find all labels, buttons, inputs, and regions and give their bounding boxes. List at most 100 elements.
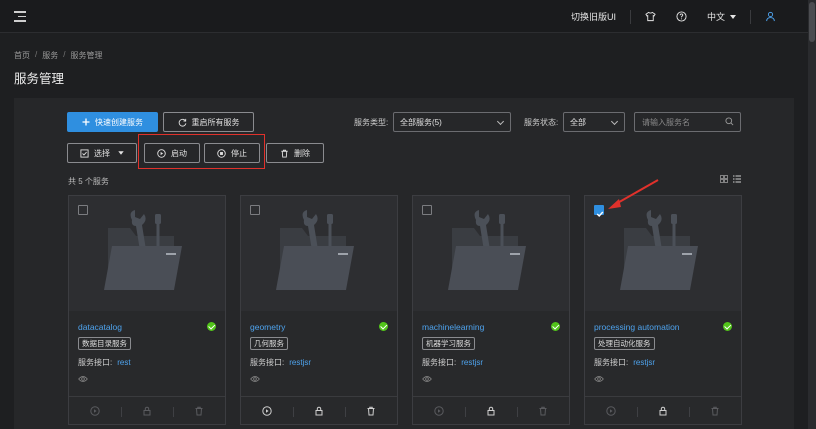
service-card[interactable]: datacatalog 数据目录服务 服务接口: rest bbox=[68, 195, 226, 425]
switch-old-ui-button[interactable]: 切换旧版UI bbox=[561, 0, 626, 33]
service-type-tag: 数据目录服务 bbox=[78, 337, 131, 350]
top-right-actions: 切换旧版UI 中文 bbox=[561, 0, 786, 33]
lock-icon bbox=[143, 406, 151, 415]
interface-link[interactable]: restjsr bbox=[633, 358, 655, 367]
select-dropdown-button[interactable]: 选择 bbox=[67, 143, 137, 163]
service-checkbox[interactable] bbox=[78, 205, 88, 215]
trash-icon bbox=[539, 406, 547, 415]
interface-link[interactable]: restjsr bbox=[461, 358, 483, 367]
lock-action[interactable] bbox=[465, 406, 517, 417]
interface-link[interactable]: rest bbox=[117, 358, 130, 367]
quick-create-label: 快速创建服务 bbox=[95, 117, 143, 127]
play-circle-icon bbox=[606, 405, 616, 416]
user-icon[interactable] bbox=[755, 0, 786, 33]
service-name-link[interactable]: geometry bbox=[250, 322, 285, 332]
card-actions bbox=[413, 396, 569, 424]
service-status-value: 全部 bbox=[570, 117, 586, 127]
interface-label: 服务接口: bbox=[78, 358, 113, 367]
lock-action[interactable] bbox=[121, 406, 173, 417]
breadcrumb-services[interactable]: 服务 bbox=[42, 50, 58, 61]
eye-icon[interactable] bbox=[250, 375, 260, 383]
language-label: 中文 bbox=[706, 12, 725, 22]
service-thumbnail bbox=[69, 196, 225, 311]
search-icon[interactable] bbox=[725, 117, 734, 126]
service-type-tag: 处理自动化服务 bbox=[594, 337, 655, 350]
scrollbar-thumb[interactable] bbox=[809, 2, 815, 42]
service-type-select[interactable]: 全部服务(5) bbox=[393, 112, 511, 132]
stop-button[interactable]: 停止 bbox=[204, 143, 260, 163]
divider bbox=[750, 9, 751, 24]
lock-icon bbox=[315, 406, 323, 415]
status-ok-icon bbox=[723, 322, 732, 331]
service-interface: 服务接口: rest bbox=[78, 357, 131, 368]
eye-icon[interactable] bbox=[78, 375, 88, 383]
eye-icon[interactable] bbox=[594, 375, 604, 383]
lock-action[interactable] bbox=[637, 406, 689, 417]
service-name-link[interactable]: datacatalog bbox=[78, 322, 122, 332]
start-action[interactable] bbox=[69, 405, 121, 416]
service-interface: 服务接口: restjsr bbox=[422, 357, 483, 368]
refresh-icon bbox=[178, 118, 186, 127]
language-select[interactable]: 中文 bbox=[697, 0, 746, 33]
delete-button[interactable]: 删除 bbox=[266, 143, 324, 163]
status-ok-icon bbox=[379, 322, 388, 331]
lock-icon bbox=[487, 406, 495, 415]
delete-action[interactable] bbox=[689, 406, 741, 417]
service-card[interactable]: processing automation 处理自动化服务 服务接口: restj… bbox=[584, 195, 742, 425]
start-action[interactable] bbox=[241, 405, 293, 416]
breadcrumb: 首页 / 服务 / 服务管理 bbox=[14, 50, 102, 61]
start-action[interactable] bbox=[585, 405, 637, 416]
service-card[interactable]: geometry 几何服务 服务接口: restjsr bbox=[240, 195, 398, 425]
lock-action[interactable] bbox=[293, 406, 345, 417]
service-thumbnail bbox=[585, 196, 741, 311]
breadcrumb-separator: / bbox=[63, 50, 66, 59]
interface-label: 服务接口: bbox=[422, 358, 457, 367]
chevron-down-icon bbox=[118, 151, 124, 155]
card-actions bbox=[241, 396, 397, 424]
start-button[interactable]: 启动 bbox=[144, 143, 200, 163]
eye-icon[interactable] bbox=[422, 375, 432, 383]
service-card[interactable]: machinelearning 机器学习服务 服务接口: restjsr bbox=[412, 195, 570, 425]
trash-icon bbox=[367, 406, 375, 415]
delete-action[interactable] bbox=[173, 406, 225, 417]
start-label: 启动 bbox=[171, 148, 187, 158]
interface-link[interactable]: restjsr bbox=[289, 358, 311, 367]
chevron-down-icon bbox=[730, 14, 736, 19]
service-checkbox[interactable] bbox=[250, 205, 260, 215]
service-thumbnail bbox=[413, 196, 569, 311]
checkbox-icon bbox=[80, 148, 89, 158]
play-circle-icon bbox=[262, 405, 272, 416]
service-status-select[interactable]: 全部 bbox=[563, 112, 625, 132]
list-view-icon[interactable] bbox=[733, 175, 741, 183]
card-actions bbox=[585, 396, 741, 424]
theme-shirt-icon[interactable] bbox=[635, 0, 666, 33]
service-type-tag: 几何服务 bbox=[250, 337, 288, 350]
breadcrumb-home[interactable]: 首页 bbox=[14, 50, 30, 61]
select-label: 选择 bbox=[94, 148, 110, 158]
service-type-tag: 机器学习服务 bbox=[422, 337, 475, 350]
lock-icon bbox=[659, 406, 667, 415]
page-scrollbar[interactable] bbox=[808, 0, 816, 429]
service-name-link[interactable]: processing automation bbox=[594, 322, 680, 332]
service-name-link[interactable]: machinelearning bbox=[422, 322, 484, 332]
trash-icon bbox=[711, 406, 719, 415]
restart-all-label: 重启所有服务 bbox=[191, 117, 240, 127]
stop-label: 停止 bbox=[231, 148, 247, 158]
quick-create-service-button[interactable]: 快速创建服务 bbox=[67, 112, 158, 132]
service-checkbox[interactable] bbox=[594, 205, 604, 218]
folder-tools-icon bbox=[104, 210, 182, 290]
interface-label: 服务接口: bbox=[250, 358, 285, 367]
help-icon[interactable] bbox=[666, 0, 697, 33]
restart-all-services-button[interactable]: 重启所有服务 bbox=[163, 112, 254, 132]
menu-toggle-icon[interactable] bbox=[14, 11, 26, 22]
grid-view-icon[interactable] bbox=[720, 175, 728, 183]
stop-circle-icon bbox=[217, 148, 226, 158]
top-bar: 切换旧版UI 中文 bbox=[0, 0, 808, 33]
delete-action[interactable] bbox=[345, 406, 397, 417]
service-checkbox[interactable] bbox=[422, 205, 432, 215]
view-toggle bbox=[720, 175, 741, 183]
status-ok-icon bbox=[551, 322, 560, 331]
start-action[interactable] bbox=[413, 405, 465, 416]
delete-action[interactable] bbox=[517, 406, 569, 417]
service-type-label: 服务类型: bbox=[354, 118, 389, 127]
